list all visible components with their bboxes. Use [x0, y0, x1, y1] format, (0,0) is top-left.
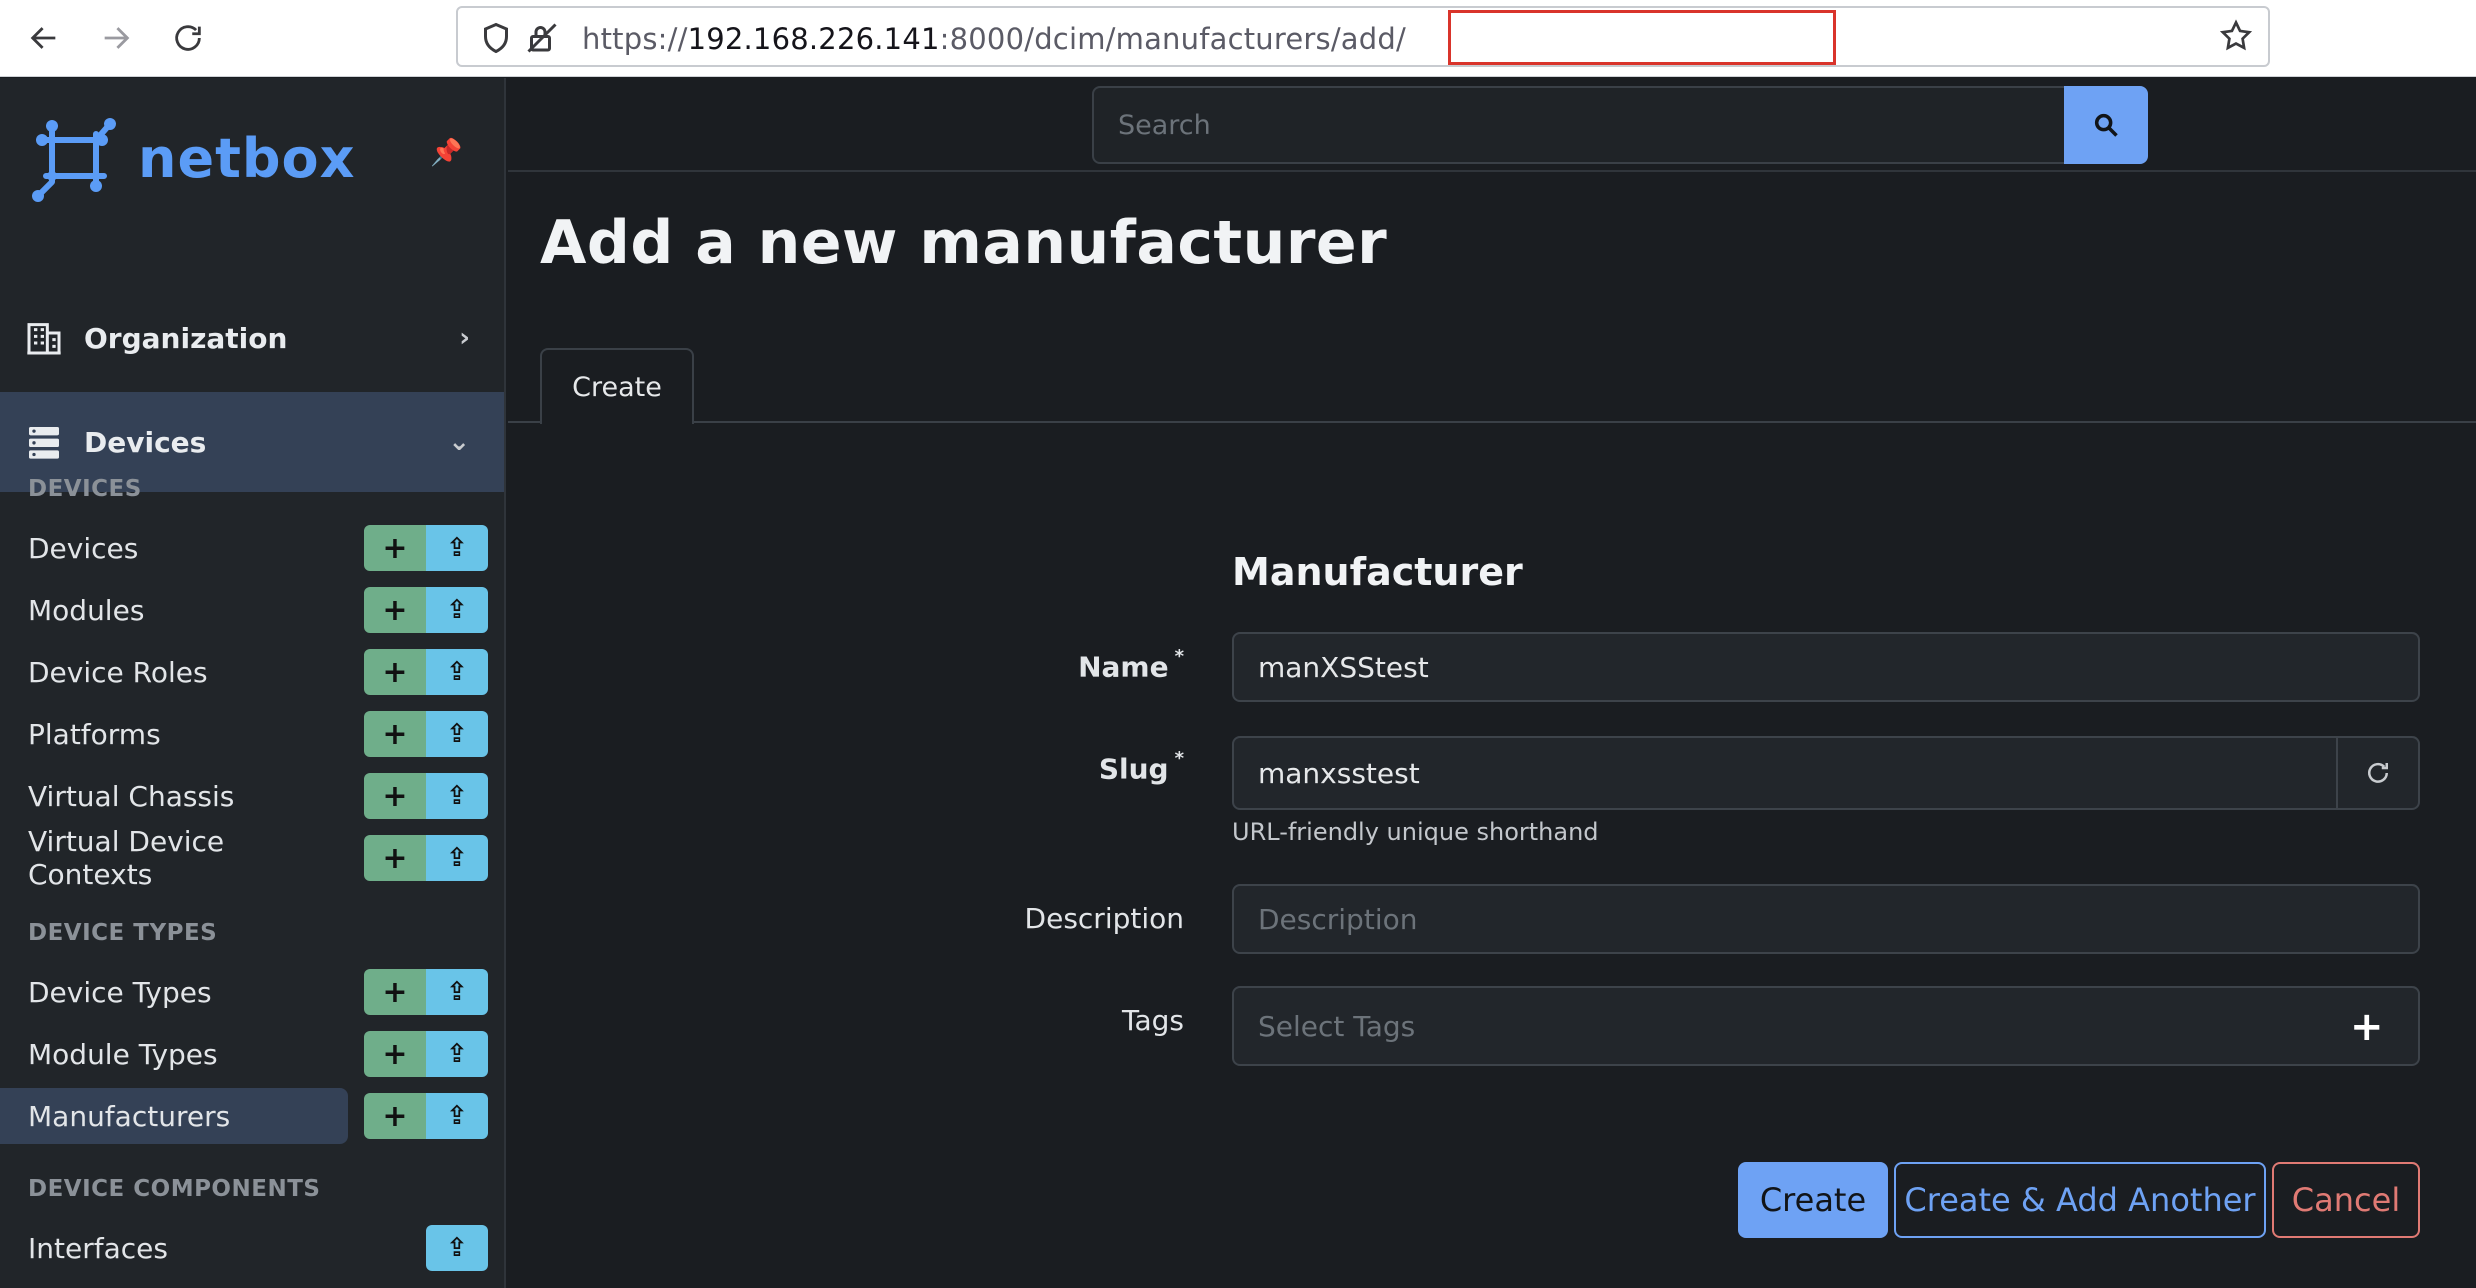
slug-input[interactable]: manxsstest — [1232, 736, 2338, 810]
forward-button[interactable] — [92, 14, 140, 62]
add-device-button[interactable]: + — [364, 525, 426, 571]
slug-required-mark: * — [1174, 748, 1184, 769]
slug-regenerate-button[interactable] — [2336, 736, 2420, 810]
create-button[interactable]: Create — [1738, 1162, 1888, 1238]
chevron-down-icon: ⌄ — [448, 427, 470, 457]
building-icon — [27, 323, 61, 355]
import-device-roles-button[interactable]: ⇪ — [426, 649, 488, 695]
manufacturers-actions: + ⇪ — [364, 1093, 488, 1139]
platforms-actions: + ⇪ — [364, 711, 488, 757]
import-virtual-chassis-button[interactable]: ⇪ — [426, 773, 488, 819]
name-label: Name * — [1078, 646, 1184, 684]
pin-icon[interactable]: 📌 — [430, 138, 462, 168]
sidebar: netbox 📌 Organization › Devices ⌄ DEVICE… — [0, 78, 506, 1288]
add-virtual-chassis-button[interactable]: + — [364, 773, 426, 819]
shield-icon — [484, 22, 508, 54]
add-vdc-button[interactable]: + — [364, 835, 426, 881]
slug-label: Slug * — [1098, 748, 1184, 786]
add-module-button[interactable]: + — [364, 587, 426, 633]
top-bar: Search — [508, 78, 2476, 172]
add-manufacturer-button[interactable]: + — [364, 1093, 426, 1139]
url-port: :8000 — [939, 22, 1025, 56]
cancel-button[interactable]: Cancel — [2272, 1162, 2420, 1238]
sidebar-item-device-types[interactable]: Device Types — [0, 964, 348, 1020]
import-modules-button[interactable]: ⇪ — [426, 587, 488, 633]
back-button[interactable] — [20, 14, 68, 62]
section-device-types: DEVICE TYPES — [28, 920, 218, 946]
arrow-left-icon — [30, 27, 56, 49]
brand-logo[interactable]: netbox — [28, 108, 355, 208]
import-interfaces-button[interactable]: ⇪ — [426, 1225, 488, 1271]
import-module-types-button[interactable]: ⇪ — [426, 1031, 488, 1077]
device-roles-actions: + ⇪ — [364, 649, 488, 695]
url-scheme: https:// — [582, 22, 688, 56]
chevron-right-icon: › — [459, 323, 470, 353]
interfaces-actions: ⇪ — [364, 1225, 488, 1271]
refresh-icon — [2368, 762, 2388, 783]
menu-organization-label: Organization — [84, 321, 288, 355]
arrow-right-icon — [104, 27, 130, 49]
sidebar-item-interfaces[interactable]: Interfaces — [0, 1220, 348, 1276]
sidebar-item-device-roles[interactable]: Device Roles — [0, 644, 348, 700]
description-label: Description — [1024, 902, 1184, 935]
name-label-text: Name — [1078, 650, 1169, 684]
search-input[interactable]: Search — [1092, 86, 2074, 164]
search-button[interactable] — [2064, 86, 2148, 164]
url-path: /dcim/manufacturers/add/ — [1024, 22, 1406, 56]
slug-help-text: URL-friendly unique shorthand — [1232, 818, 1599, 846]
tab-create[interactable]: Create — [540, 348, 694, 424]
vdc-actions: + ⇪ — [364, 835, 488, 881]
add-device-role-button[interactable]: + — [364, 649, 426, 695]
import-manufacturers-button[interactable]: ⇪ — [426, 1093, 488, 1139]
name-required-mark: * — [1174, 646, 1184, 667]
module-types-actions: + ⇪ — [364, 1031, 488, 1077]
url-path-highlight — [1448, 10, 1836, 65]
import-vdc-button[interactable]: ⇪ — [426, 835, 488, 881]
create-and-add-another-button[interactable]: Create & Add Another — [1894, 1162, 2266, 1238]
sidebar-item-virtual-device-contexts[interactable]: Virtual Device Contexts — [0, 825, 348, 891]
tags-add-icon[interactable]: + — [2350, 1004, 2384, 1050]
url-host: 192.168.226.141 — [687, 22, 940, 56]
reload-button[interactable] — [164, 14, 212, 62]
import-platforms-button[interactable]: ⇪ — [426, 711, 488, 757]
virtual-chassis-actions: + ⇪ — [364, 773, 488, 819]
search-icon — [2094, 113, 2118, 137]
tags-label: Tags — [1122, 1004, 1184, 1037]
device-types-actions: + ⇪ — [364, 969, 488, 1015]
server-icon — [29, 427, 59, 459]
address-bar[interactable]: https://192.168.226.141:8000/dcim/manufa… — [456, 6, 2270, 67]
sidebar-item-manufacturers[interactable]: Manufacturers — [0, 1088, 348, 1144]
star-icon[interactable] — [2218, 18, 2254, 54]
add-platform-button[interactable]: + — [364, 711, 426, 757]
description-input[interactable]: Description — [1232, 884, 2420, 954]
devices-actions: + ⇪ — [364, 525, 488, 571]
menu-devices-label: Devices — [84, 425, 207, 459]
brand-name: netbox — [138, 126, 356, 190]
browser-toolbar: https://192.168.226.141:8000/dcim/manufa… — [0, 0, 2476, 77]
sidebar-item-module-types[interactable]: Module Types — [0, 1026, 348, 1082]
sidebar-item-modules[interactable]: Modules — [0, 582, 348, 638]
name-input[interactable]: manXSStest — [1232, 632, 2420, 702]
form-section-title: Manufacturer — [1232, 550, 1523, 594]
section-devices: DEVICES — [28, 476, 142, 502]
add-device-type-button[interactable]: + — [364, 969, 426, 1015]
page-title: Add a new manufacturer — [540, 208, 1388, 278]
reload-icon — [175, 25, 201, 51]
tags-select[interactable]: Select Tags — [1232, 986, 2420, 1066]
modules-actions: + ⇪ — [364, 587, 488, 633]
menu-organization[interactable]: Organization › — [0, 288, 504, 388]
sidebar-item-virtual-chassis[interactable]: Virtual Chassis — [0, 768, 348, 824]
slug-label-text: Slug — [1098, 752, 1169, 786]
add-module-type-button[interactable]: + — [364, 1031, 426, 1077]
tabs-divider — [508, 421, 2476, 423]
insecure-lock-icon — [527, 23, 557, 53]
import-device-types-button[interactable]: ⇪ — [426, 969, 488, 1015]
section-device-components: DEVICE COMPONENTS — [28, 1176, 321, 1202]
sidebar-item-devices[interactable]: Devices — [0, 520, 348, 576]
netbox-logo-icon — [32, 118, 116, 202]
import-devices-button[interactable]: ⇪ — [426, 525, 488, 571]
url-text: https://192.168.226.141:8000/dcim/manufa… — [582, 22, 1406, 56]
sidebar-item-platforms[interactable]: Platforms — [0, 706, 348, 762]
